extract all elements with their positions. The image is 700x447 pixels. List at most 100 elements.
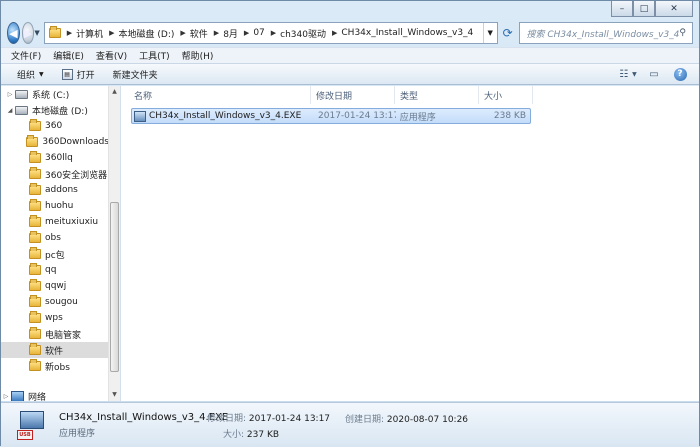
- breadcrumb-item[interactable]: 软件: [190, 27, 208, 40]
- menu-edit[interactable]: 编辑(E): [53, 49, 84, 62]
- chevron-right-icon[interactable]: ▶: [109, 29, 114, 37]
- minimize-button[interactable]: –: [611, 1, 633, 17]
- chevron-right-icon[interactable]: ▶: [244, 29, 249, 37]
- expand-icon[interactable]: ▷: [1, 393, 11, 400]
- sidebar-item[interactable]: qq: [1, 262, 109, 278]
- network-icon: [11, 390, 24, 401]
- folder-icon: [29, 199, 41, 211]
- folder-icon: [29, 119, 41, 131]
- sidebar-item[interactable]: 360安全浏览器: [1, 166, 109, 182]
- sidebar-item-label: 360Downloads: [42, 137, 109, 147]
- chevron-right-icon[interactable]: ▶: [271, 29, 276, 37]
- sidebar-item-label: qq: [45, 265, 57, 275]
- details-pane: USB CH34x_Install_Windows_v3_4.EXE 应用程序 …: [1, 402, 699, 447]
- sidebar-item[interactable]: ◢ 本地磁盘 (D:): [1, 102, 109, 118]
- folder-icon: [29, 279, 41, 291]
- sidebar-item[interactable]: wps: [1, 310, 109, 326]
- column-type[interactable]: 类型: [395, 86, 479, 104]
- maximize-button[interactable]: □: [633, 1, 655, 17]
- file-list: 名称 修改日期 类型 大小 CH34x_Install_Windows_v3_4…: [121, 86, 699, 401]
- application-icon: [134, 110, 146, 122]
- sidebar-item[interactable]: meituxiuxiu: [1, 214, 109, 230]
- scroll-up-icon[interactable]: ▲: [109, 86, 120, 98]
- scroll-down-icon[interactable]: ▼: [109, 389, 120, 401]
- menu-file[interactable]: 文件(F): [11, 49, 41, 62]
- sidebar-item-label: obs: [45, 233, 61, 243]
- back-button[interactable]: ◀: [7, 22, 20, 44]
- open-button[interactable]: ▤ 打开: [61, 68, 95, 81]
- navigation-pane: ▷ 系统 (C:) ◢ 本地磁盘 (D:) 360 360Downloads 360llq 3…: [1, 86, 121, 401]
- recent-pages-dropdown[interactable]: ▼: [34, 29, 39, 37]
- search-input[interactable]: 搜索 CH34x_Install_Windows_v3_4 ⚲: [519, 22, 693, 44]
- nav-scrollbar[interactable]: ▲ ▼: [108, 86, 120, 401]
- column-size[interactable]: 大小: [479, 86, 533, 104]
- details-size-value: 237 KB: [246, 429, 280, 440]
- search-placeholder: 搜索 CH34x_Install_Windows_v3_4: [526, 29, 680, 40]
- sidebar-item[interactable]: ▷ 网络: [1, 388, 109, 401]
- sidebar-item[interactable]: 新obs: [1, 358, 109, 374]
- folder-icon: [48, 26, 61, 38]
- help-button[interactable]: ?: [671, 66, 689, 82]
- column-headers: 名称 修改日期 类型 大小: [129, 86, 533, 104]
- window-controls: – □ ✕: [611, 1, 693, 17]
- file-row[interactable]: CH34x_Install_Windows_v3_4.EXE 2017-01-2…: [131, 108, 531, 124]
- sidebar-item[interactable]: obs: [1, 230, 109, 246]
- folder-icon: [26, 135, 39, 147]
- sidebar-item[interactable]: addons: [1, 182, 109, 198]
- sidebar-item[interactable]: 360: [1, 118, 109, 134]
- refresh-button[interactable]: ⟳: [502, 22, 514, 44]
- address-bar[interactable]: ▶ 计算机 ▶ 本地磁盘 (D:) ▶ 软件 ▶ 8月 ▶ 07 ▶ ch340驱动 ▶ CH34x_I…: [43, 22, 498, 44]
- chevron-right-icon[interactable]: ▶: [332, 29, 337, 37]
- arrow-left-icon: ◀: [9, 26, 18, 40]
- sidebar-item-label: addons: [45, 185, 78, 195]
- breadcrumb-item[interactable]: CH34x_Install_Windows_v3_4: [341, 28, 473, 38]
- collapse-icon[interactable]: ◢: [5, 107, 15, 114]
- drive-icon: [15, 105, 28, 115]
- sidebar-item-label: pc包: [45, 250, 65, 261]
- breadcrumb-item[interactable]: 计算机: [76, 27, 103, 40]
- details-created-label: 创建日期:: [345, 415, 385, 425]
- sidebar-item-label: 新obs: [45, 362, 70, 373]
- sidebar-item[interactable]: qqwj: [1, 278, 109, 294]
- sidebar-item-label: 360: [45, 121, 63, 131]
- sidebar-item[interactable]: 360Downloads: [1, 134, 109, 150]
- view-options-button[interactable]: ☷ ▼: [619, 66, 637, 82]
- menu-view[interactable]: 查看(V): [96, 49, 127, 62]
- column-name[interactable]: 名称: [129, 86, 311, 104]
- chevron-right-icon[interactable]: ▶: [214, 29, 219, 37]
- sidebar-item[interactable]: 软件: [1, 342, 109, 358]
- chevron-right-icon[interactable]: ▶: [67, 29, 72, 37]
- column-modified[interactable]: 修改日期: [311, 86, 395, 104]
- chevron-right-icon[interactable]: ▶: [180, 29, 185, 37]
- address-history-dropdown[interactable]: ▼: [482, 23, 497, 43]
- refresh-icon: ⟳: [502, 26, 513, 40]
- help-icon: ?: [673, 67, 687, 81]
- close-button[interactable]: ✕: [655, 1, 693, 17]
- preview-pane-icon: ▭: [649, 68, 659, 80]
- sidebar-item-label: meituxiuxiu: [45, 217, 99, 227]
- sidebar-item[interactable]: 电脑管家: [1, 326, 109, 342]
- organize-button[interactable]: 组织 ▼: [17, 68, 44, 81]
- preview-pane-button[interactable]: ▭: [645, 66, 663, 82]
- search-icon: ⚲: [679, 28, 686, 38]
- menu-tools[interactable]: 工具(T): [139, 49, 170, 62]
- sidebar-item-label: 电脑管家: [45, 330, 82, 341]
- folder-icon: [29, 295, 41, 307]
- sidebar-item[interactable]: 360llq: [1, 150, 109, 166]
- sidebar-item[interactable]: huohu: [1, 198, 109, 214]
- breadcrumb-item[interactable]: 本地磁盘 (D:): [119, 27, 175, 40]
- menu-help[interactable]: 帮助(H): [182, 49, 214, 62]
- sidebar-item[interactable]: ▷ 系统 (C:): [1, 86, 109, 102]
- breadcrumb-item[interactable]: 07: [253, 28, 264, 38]
- scroll-thumb[interactable]: [110, 202, 119, 372]
- breadcrumb-item[interactable]: 8月: [223, 27, 238, 40]
- forward-button[interactable]: ▶: [21, 22, 35, 44]
- expand-icon[interactable]: ▷: [5, 91, 15, 98]
- breadcrumb-item[interactable]: ch340驱动: [280, 27, 326, 40]
- sidebar-item[interactable]: sougou: [1, 294, 109, 310]
- new-folder-button[interactable]: 新建文件夹: [113, 68, 158, 81]
- usb-badge: USB: [17, 430, 33, 440]
- folder-icon: [29, 231, 41, 243]
- details-created-value: 2020-08-07 10:26: [386, 415, 469, 425]
- sidebar-item[interactable]: pc包: [1, 246, 109, 262]
